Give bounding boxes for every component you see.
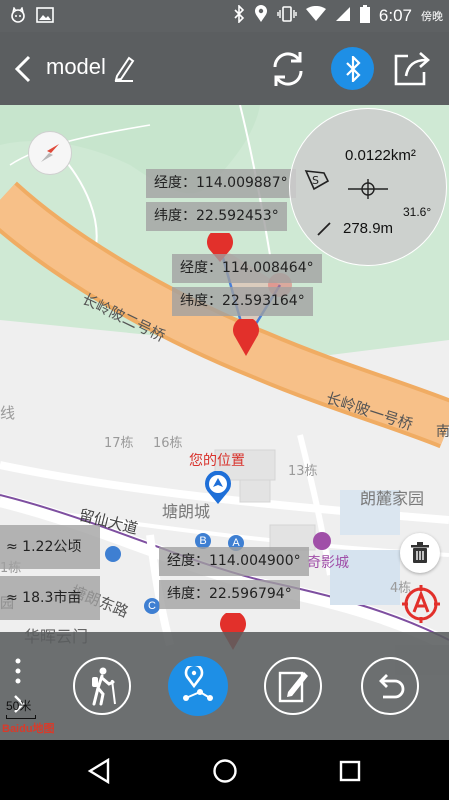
nav-home-button[interactable] [210, 756, 240, 786]
status-bar: 6:07 傍晚 [0, 0, 449, 32]
poi-label: 朗麓家园 [360, 489, 425, 508]
compass-button[interactable] [28, 131, 72, 175]
you-are-here-label: 您的位置 [189, 453, 245, 469]
poi-label: 13栋 [288, 464, 318, 479]
more-options-button[interactable] [10, 656, 26, 686]
point-longitude-label: 经度：114.004900° [159, 547, 309, 576]
triangle-back-icon [87, 758, 110, 784]
baidu-map-logo: Baidu地图 [2, 723, 55, 735]
point-latitude-label: 纬度：22.592453° [146, 202, 287, 231]
point-longitude-label: 经度：114.009887° [146, 169, 296, 198]
back-button[interactable] [8, 52, 38, 86]
sync-button[interactable] [265, 46, 311, 92]
share-icon [394, 52, 430, 86]
nav-recents-button[interactable] [335, 756, 365, 786]
undo-icon [379, 674, 405, 699]
area-mu-label: ≈ 18.3市亩 [0, 576, 100, 620]
nav-back-button[interactable] [84, 756, 114, 786]
bluetooth-icon [345, 55, 361, 82]
angle-value: 31.6° [403, 205, 432, 219]
sync-icon [273, 52, 303, 86]
bus-stop-icon [105, 546, 121, 562]
image-icon [36, 7, 54, 27]
point-longitude-label: 经度：114.008464° [172, 254, 322, 283]
more-vertical-icon [15, 658, 21, 684]
system-nav-bar [0, 740, 449, 800]
signal-icon [335, 6, 351, 26]
bluetooth-button[interactable] [331, 47, 374, 90]
edit-doc-icon [278, 671, 308, 703]
distance-icon [317, 222, 331, 236]
map-scale-label: 50米 [6, 697, 36, 719]
chevron-left-icon [14, 55, 31, 83]
battery-icon [359, 5, 370, 27]
area-value: 0.0122km² [345, 147, 416, 164]
poi-label: 17栋 [104, 436, 134, 451]
top-toolbar: model [0, 32, 449, 105]
bottom-toolbar [0, 632, 449, 740]
delete-button[interactable] [400, 533, 440, 573]
poi-label: 奇影城 [307, 555, 349, 571]
svg-text:S: S [312, 174, 319, 187]
vibrate-icon [277, 6, 297, 26]
poi-label: 线 [0, 404, 16, 422]
point-latitude-label: 纬度：22.593164° [172, 287, 313, 316]
map-point-marker[interactable] [232, 317, 260, 357]
trash-icon [411, 542, 429, 563]
poi-label: 南 [436, 424, 449, 440]
clock-time: 6:07 [378, 6, 412, 25]
polygon-area-icon: S [304, 170, 330, 191]
red-pin-icon [233, 317, 259, 356]
hiker-icon [92, 667, 116, 706]
anchor-button[interactable] [400, 583, 442, 625]
compass-icon [41, 144, 59, 162]
edit-title-button[interactable] [110, 52, 138, 84]
bluetooth-icon [233, 4, 245, 27]
poi-label: 16栋 [153, 436, 183, 451]
clock-period: 傍晚 [421, 10, 443, 23]
anchor-target-icon [402, 585, 440, 623]
distance-value: 278.9m [343, 220, 394, 237]
metro-c-icon: C [144, 598, 160, 614]
crosshair-icon [348, 179, 388, 199]
cat-icon [10, 6, 26, 27]
page-title: model [46, 54, 106, 79]
measurement-panel: S 0.0122km² 31.6° 278.9m [289, 108, 447, 266]
cinema-icon [313, 532, 331, 550]
circle-home-icon [213, 759, 237, 783]
point-latitude-label: 纬度：22.596794° [159, 580, 300, 609]
map-scale-value: 50米 [6, 699, 32, 713]
area-hectare-label: ≈ 1.22公顷 [0, 525, 100, 569]
wifi-icon [305, 5, 326, 26]
poi-label: 塘朗城 [162, 502, 211, 521]
undo-button[interactable] [361, 657, 419, 715]
share-button[interactable] [391, 49, 433, 89]
map-scale-bar [6, 715, 36, 719]
square-recents-icon [339, 760, 361, 782]
edit-record-button[interactable] [264, 657, 322, 715]
route-button[interactable] [168, 656, 228, 716]
location-icon [254, 5, 268, 27]
pencil-icon [114, 56, 135, 82]
walk-mode-button[interactable] [73, 657, 131, 715]
route-pin-icon [183, 666, 213, 701]
